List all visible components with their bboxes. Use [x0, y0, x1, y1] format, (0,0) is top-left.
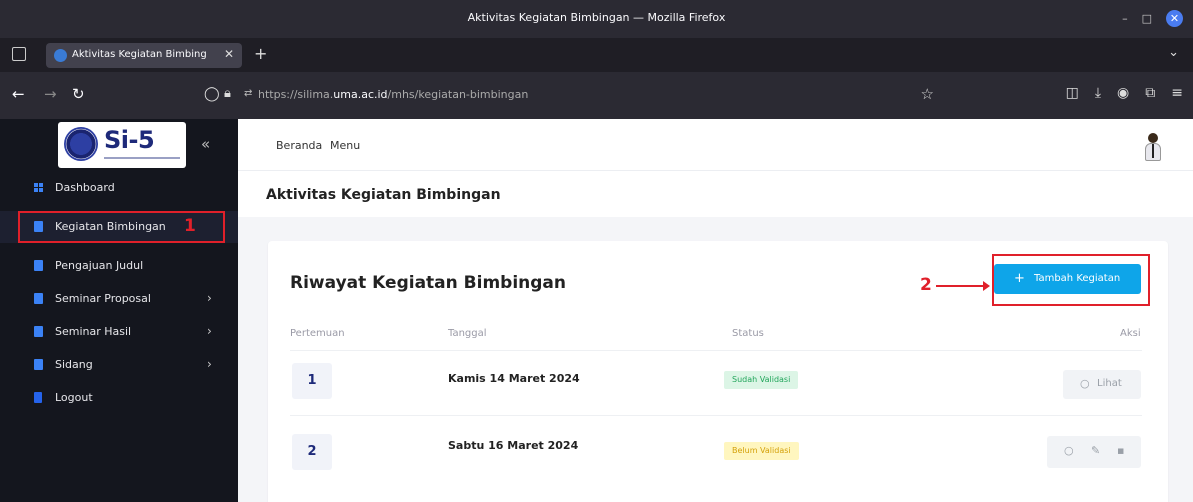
chevron-right-icon: › — [207, 324, 212, 338]
browser-tab-active[interactable]: Aktivitas Kegiatan Bimbing ✕ — [46, 43, 242, 68]
annotation-arrow-icon — [936, 281, 990, 291]
sidebar-item-sidang[interactable]: Sidang › — [0, 349, 238, 381]
pocket-icon[interactable]: ◫ — [1066, 85, 1079, 101]
logo-subtitle — [104, 157, 180, 159]
edit-pencil-icon[interactable]: ✎ — [1091, 444, 1100, 457]
sidebar-item-seminar-hasil[interactable]: Seminar Hasil › — [0, 316, 238, 348]
url-text[interactable]: https://silima.uma.ac.id/mhs/kegiatan-bi… — [258, 88, 528, 101]
sidebar-item-label: Pengajuan Judul — [55, 259, 144, 272]
address-bar[interactable]: ◯ 🔒︎ ⇄ https://silima.uma.ac.id/mhs/kegi… — [196, 80, 948, 111]
bookmark-star-icon[interactable]: ☆ — [921, 85, 934, 103]
permissions-icon[interactable]: ⇄ — [244, 88, 252, 99]
window-title: Aktivitas Kegiatan Bimbingan — Mozilla F… — [467, 11, 726, 24]
avatar[interactable] — [1141, 133, 1165, 161]
sidebar-item-label: Dashboard — [55, 181, 115, 194]
window-controls: – □ ✕ — [1122, 10, 1183, 27]
sidebar-item-label: Seminar Hasil — [55, 325, 132, 338]
sidebar-collapse-icon[interactable]: « — [201, 135, 210, 153]
column-header-tanggal: Tanggal — [448, 328, 487, 339]
close-window-icon[interactable]: ✕ — [1166, 10, 1183, 27]
toolbar-icons: ◫ ⤓ ◉ ⧉ ≡ — [1066, 85, 1183, 101]
tab-close-icon[interactable]: ✕ — [224, 47, 234, 61]
tracking-protection-icon[interactable]: ◯ — [204, 86, 220, 102]
window-titlebar: Aktivitas Kegiatan Bimbingan — Mozilla F… — [0, 0, 1193, 38]
download-icon[interactable]: ⤓ — [1095, 85, 1101, 101]
meeting-number: 1 — [292, 363, 332, 399]
meeting-date: Kamis 14 Maret 2024 — [448, 372, 580, 385]
sidebar: Si-5 « Dashboard Kegiatan Bimbingan Peng… — [0, 119, 238, 502]
minimize-icon[interactable]: – — [1122, 12, 1128, 25]
nav-link-menu[interactable]: Menu — [330, 139, 360, 152]
sidebar-item-label: Sidang — [55, 358, 93, 371]
top-navbar: Beranda Menu — [238, 119, 1193, 171]
sidebar-item-seminar-proposal[interactable]: Seminar Proposal › — [0, 283, 238, 315]
search-icon: ○ — [1080, 377, 1090, 390]
account-icon[interactable]: ◉ — [1117, 85, 1129, 101]
meeting-number: 2 — [292, 434, 332, 470]
chevron-down-icon[interactable]: ⌄ — [1168, 45, 1179, 60]
column-header-aksi: Aksi — [1120, 328, 1141, 339]
row-divider — [290, 415, 1142, 416]
tab-list-icon[interactable] — [12, 47, 26, 61]
annotation-number-1: 1 — [184, 216, 196, 236]
browser-toolbar: ← → ↻ ◯ 🔒︎ ⇄ https://silima.uma.ac.id/mh… — [0, 72, 1193, 119]
lock-icon[interactable]: 🔒︎ — [224, 86, 231, 101]
new-tab-icon[interactable]: + — [254, 44, 267, 63]
card-title: Riwayat Kegiatan Bimbingan — [290, 273, 567, 293]
status-badge: Sudah Validasi — [724, 371, 799, 389]
grid-icon — [34, 182, 43, 193]
view-icon[interactable]: ○ — [1064, 444, 1074, 457]
annotation-number-2: 2 — [920, 275, 932, 295]
sidebar-item-logout[interactable]: Logout — [0, 382, 238, 414]
favicon-icon — [54, 49, 67, 62]
doc-icon — [34, 260, 43, 271]
status-badge: Belum Validasi — [724, 442, 799, 460]
logout-icon — [34, 392, 42, 403]
doc-icon — [34, 359, 43, 370]
sidebar-item-dashboard[interactable]: Dashboard — [0, 172, 238, 204]
doc-icon — [34, 293, 43, 304]
app-logo[interactable]: Si-5 — [58, 122, 186, 168]
page-header: Aktivitas Kegiatan Bimbingan — [238, 171, 1193, 217]
annotation-highlight-2 — [992, 254, 1150, 306]
nav-link-beranda[interactable]: Beranda — [276, 139, 322, 152]
column-header-status: Status — [732, 328, 764, 339]
doc-icon — [34, 326, 43, 337]
extensions-icon[interactable]: ⧉ — [1145, 85, 1155, 101]
chevron-right-icon: › — [207, 291, 212, 305]
view-button[interactable]: ○ Lihat — [1063, 370, 1141, 399]
sidebar-item-pengajuan-judul[interactable]: Pengajuan Judul — [0, 250, 238, 282]
back-icon[interactable]: ← — [12, 85, 25, 103]
logo-text: Si-5 — [104, 126, 155, 154]
tab-label: Aktivitas Kegiatan Bimbing — [72, 49, 207, 60]
sidebar-item-label: Logout — [55, 391, 93, 404]
forward-icon[interactable]: → — [44, 85, 57, 103]
view-button-label: Lihat — [1097, 378, 1122, 389]
sidebar-item-label: Seminar Proposal — [55, 292, 151, 305]
row-actions: ○ ✎ ▪ — [1047, 436, 1141, 468]
tab-bar: Aktivitas Kegiatan Bimbing ✕ + ⌄ — [0, 38, 1193, 72]
chevron-right-icon: › — [207, 357, 212, 371]
reload-icon[interactable]: ↻ — [72, 85, 85, 103]
delete-trash-icon[interactable]: ▪ — [1117, 444, 1124, 457]
column-header-pertemuan: Pertemuan — [290, 328, 345, 339]
maximize-icon[interactable]: □ — [1142, 12, 1152, 25]
page-title: Aktivitas Kegiatan Bimbingan — [266, 187, 501, 203]
meeting-date: Sabtu 16 Maret 2024 — [448, 439, 579, 452]
university-seal-icon — [64, 127, 98, 161]
row-divider — [290, 350, 1142, 351]
menu-hamburger-icon[interactable]: ≡ — [1171, 85, 1183, 101]
